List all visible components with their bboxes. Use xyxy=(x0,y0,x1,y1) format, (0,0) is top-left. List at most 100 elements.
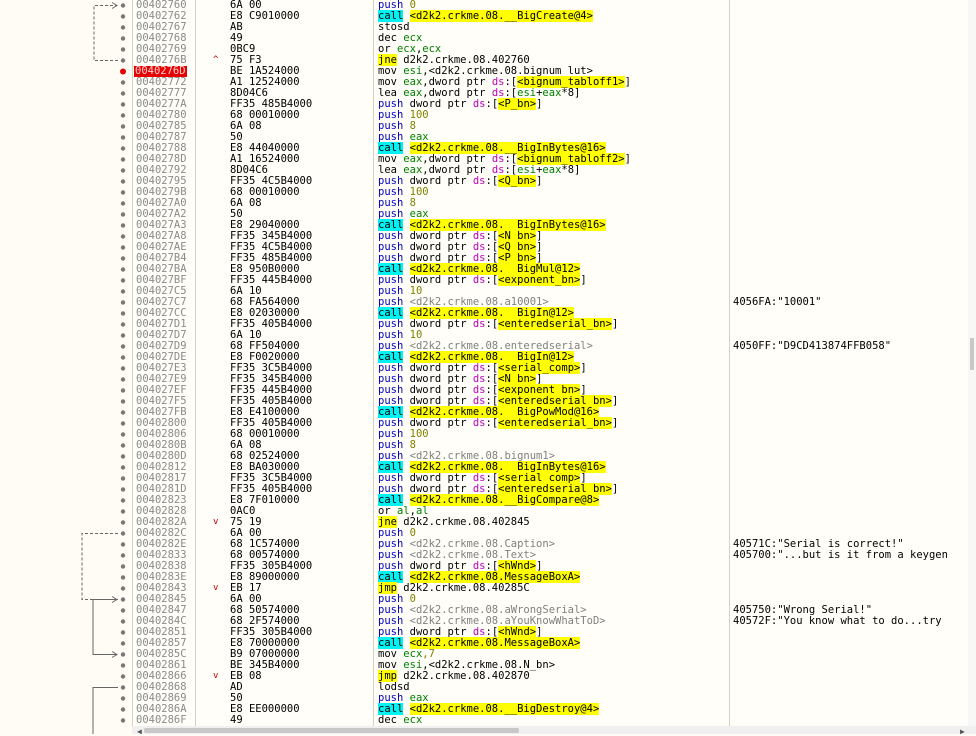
gutter-dot[interactable] xyxy=(120,652,126,657)
instruction-token: <Q_bn> xyxy=(498,175,537,187)
gutter-dot[interactable] xyxy=(120,465,126,470)
gutter-dot[interactable] xyxy=(120,322,126,327)
gutter-dot[interactable] xyxy=(120,674,126,679)
gutter-dot[interactable] xyxy=(120,509,126,514)
gutter-dot[interactable] xyxy=(120,311,126,316)
gutter-dot[interactable] xyxy=(120,707,126,712)
comment: 4050FF:"D9CD413874FFB058" xyxy=(733,340,892,352)
gutter-dot[interactable] xyxy=(120,333,126,338)
gutter-dot[interactable] xyxy=(120,641,126,646)
jump-line-jne xyxy=(81,533,118,600)
disasm-row[interactable]: 00402762 E8 C9010000 call <d2k2.crkme.08._… xyxy=(133,10,973,22)
disasm-row[interactable]: 004027A0 6A 08 push 8 xyxy=(133,198,973,209)
jump-down-icon: v xyxy=(213,583,219,593)
gutter-dot[interactable] xyxy=(120,410,126,415)
gutter-dot[interactable] xyxy=(120,3,126,8)
gutter-dot[interactable] xyxy=(120,113,126,118)
gutter-dot[interactable] xyxy=(120,597,126,602)
gutter-dot[interactable] xyxy=(120,80,126,85)
instruction-token: :[ xyxy=(485,175,499,187)
gutter-dot[interactable] xyxy=(120,476,126,481)
disasm-row[interactable]: 00402785 6A 08 push 8 xyxy=(133,121,973,132)
gutter-dot[interactable] xyxy=(120,366,126,371)
gutter-dot[interactable] xyxy=(120,542,126,547)
disasm-row[interactable]: 00402866 v EB 08 jmp d2k2.crkme.08.402870 xyxy=(133,670,973,682)
gutter-dot[interactable] xyxy=(120,685,126,690)
gutter-dot[interactable] xyxy=(120,245,126,250)
gutter-dot[interactable] xyxy=(120,102,126,107)
gutter-dot[interactable] xyxy=(120,718,126,723)
scroll-left-icon[interactable]: ◀ xyxy=(137,727,142,736)
horizontal-scrollbar[interactable] xyxy=(132,726,976,734)
gutter-dot[interactable] xyxy=(120,168,126,173)
gutter-dot[interactable] xyxy=(120,432,126,437)
gutter-dot[interactable] xyxy=(120,388,126,393)
gutter-dot[interactable] xyxy=(120,135,126,140)
disasm-row[interactable]: 00402868 AD lodsd xyxy=(133,682,973,693)
gutter-dot[interactable] xyxy=(120,575,126,580)
gutter-dot[interactable] xyxy=(120,201,126,206)
gutter-dot[interactable] xyxy=(120,630,126,635)
instruction-token: eax xyxy=(542,87,562,99)
instruction-token: d2k2.crkme.08.40285C xyxy=(396,582,530,594)
disasm-row[interactable]: 00402767 AB stosd xyxy=(133,22,973,33)
gutter-dot[interactable] xyxy=(120,25,126,30)
gutter-dot[interactable] xyxy=(120,289,126,294)
breakpoint-dot-icon[interactable] xyxy=(120,68,126,75)
gutter-dot[interactable] xyxy=(120,696,126,701)
gutter-dot[interactable] xyxy=(120,421,126,426)
gutter-dot[interactable] xyxy=(120,531,126,536)
horizontal-scroll-thumb[interactable] xyxy=(144,728,519,733)
disasm-row[interactable]: 0040286A E8 EE000000 call <d2k2.crkme.08._… xyxy=(133,703,973,715)
gutter-dot[interactable] xyxy=(120,553,126,558)
gutter-dot[interactable] xyxy=(120,47,126,52)
vertical-scroll-thumb[interactable] xyxy=(970,338,974,370)
instruction-token: ecx xyxy=(403,714,423,726)
gutter-dot[interactable] xyxy=(120,619,126,624)
gutter-dot[interactable] xyxy=(120,498,126,503)
gutter-dot[interactable] xyxy=(120,157,126,162)
gutter-dot[interactable] xyxy=(120,520,126,525)
vertical-scrollbar[interactable] xyxy=(968,0,976,726)
disassembly-pane[interactable]: 00402760 6A 00 push 0 00402762 E8 C9010000 ca… xyxy=(132,0,973,726)
gutter-dot[interactable] xyxy=(120,267,126,272)
gutter-dot[interactable] xyxy=(120,487,126,492)
gutter-dot[interactable] xyxy=(120,124,126,129)
gutter-dot[interactable] xyxy=(120,36,126,41)
gutter-dot[interactable] xyxy=(120,234,126,239)
gutter-dot[interactable] xyxy=(120,300,126,305)
comment: 4056FA:"10001" xyxy=(733,296,822,308)
disasm-row[interactable]: 00402823 E8 7F010000 call <d2k2.crkme.08._… xyxy=(133,494,973,506)
gutter-dot[interactable] xyxy=(120,377,126,382)
gutter-dot[interactable] xyxy=(120,179,126,184)
gutter-dot[interactable] xyxy=(120,454,126,459)
gutter-dot[interactable] xyxy=(120,586,126,591)
scroll-right-icon[interactable]: ▶ xyxy=(960,727,965,736)
gutter-dot[interactable] xyxy=(120,223,126,228)
gutter-dot[interactable] xyxy=(120,256,126,261)
gutter-dot[interactable] xyxy=(120,212,126,217)
gutter-dot[interactable] xyxy=(120,91,126,96)
instruction-token: eax xyxy=(542,164,562,176)
gutter-dot[interactable] xyxy=(120,564,126,569)
gutter-dot[interactable] xyxy=(120,278,126,283)
gutter-dot[interactable] xyxy=(120,355,126,360)
disasm-row[interactable]: 00402768 49 dec ecx xyxy=(133,33,973,44)
gutter-dot[interactable] xyxy=(120,344,126,349)
gutter-dot[interactable] xyxy=(120,190,126,195)
gutter-dot[interactable] xyxy=(120,146,126,151)
instruction-token: :[ xyxy=(485,318,499,330)
instruction-token: <exponent_bn> xyxy=(498,274,581,286)
gutter-dot[interactable] xyxy=(120,14,126,19)
instruction-token: <enteredserial_bn> xyxy=(498,318,612,330)
jump-down-icon: v xyxy=(213,671,219,681)
gutter-dot[interactable] xyxy=(120,399,126,404)
comment: 40572F:"You know what to do...try xyxy=(733,615,942,627)
gutter-dot[interactable] xyxy=(120,58,126,63)
gutter-dot[interactable] xyxy=(120,443,126,448)
gutter-dot[interactable] xyxy=(120,663,126,668)
instruction: dec ecx xyxy=(378,715,422,726)
disasm-row[interactable]: 0040286F 49 dec ecx xyxy=(133,715,973,726)
gutter-dot[interactable] xyxy=(120,608,126,613)
instruction-token: :[ xyxy=(485,98,499,110)
